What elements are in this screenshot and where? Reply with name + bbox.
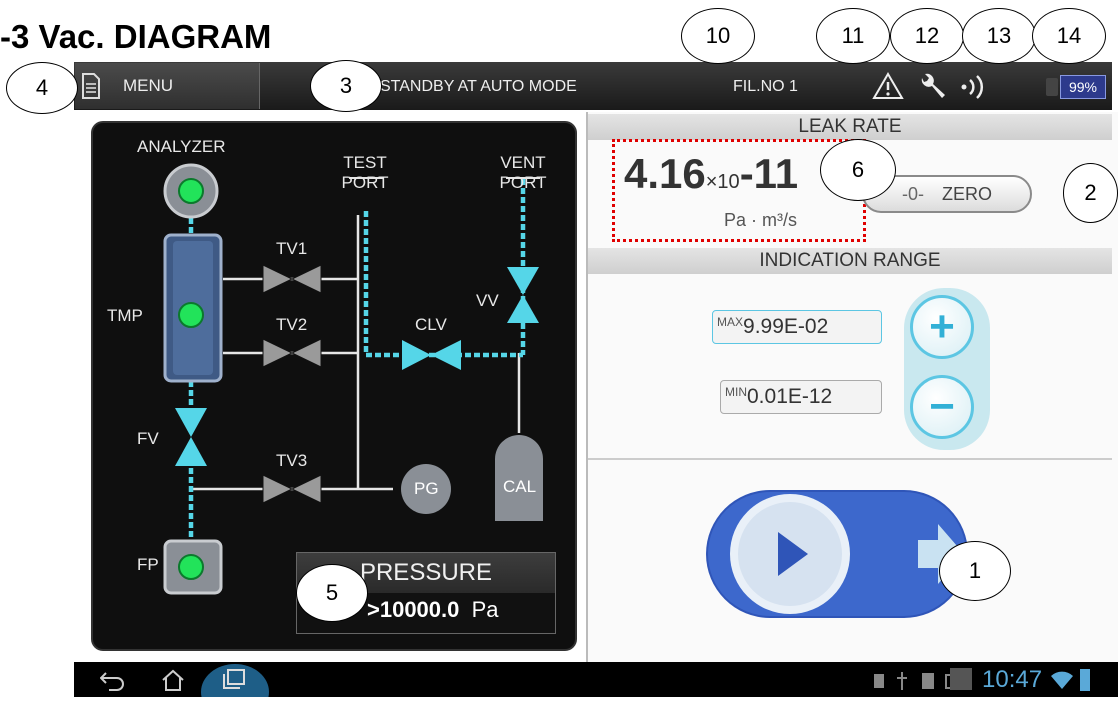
- pressure-reading: >10000.0 Pa: [367, 597, 499, 623]
- range-plus-button[interactable]: +: [910, 295, 974, 359]
- panel-divider: [586, 112, 588, 662]
- menu-label: MENU: [123, 76, 174, 95]
- battery-icon: [1080, 669, 1090, 691]
- start-button[interactable]: [706, 490, 968, 623]
- min-tag: MIN: [725, 385, 747, 399]
- wifi-icon: [1050, 670, 1074, 695]
- label-tv2: TV2: [276, 315, 308, 334]
- label-vent-port: VENT PORT: [499, 153, 547, 192]
- recent-apps-icon[interactable]: [200, 662, 270, 702]
- zero-symbol: -0-: [901, 183, 924, 204]
- callout-2: 2: [1063, 163, 1118, 223]
- wrench-icon[interactable]: [918, 72, 948, 107]
- callout-6: 6: [820, 139, 896, 201]
- pressure-unit: Pa: [471, 597, 499, 622]
- max-value: 9.99E-02: [743, 315, 829, 338]
- battery-indicator: 99%: [1060, 75, 1106, 99]
- label-tv3: TV3: [276, 451, 308, 470]
- document-icon: [81, 73, 101, 104]
- menu-button[interactable]: MENU: [75, 63, 260, 109]
- label-test-port: TEST PORT: [341, 153, 389, 192]
- zero-label: ZERO: [941, 183, 992, 204]
- label-tv1: TV1: [276, 239, 308, 258]
- filament-text: FIL.NO 1: [733, 78, 798, 95]
- status-text: STANDBY AT AUTO MODE: [380, 78, 577, 95]
- callout-13: 13: [962, 8, 1036, 64]
- range-min-field[interactable]: MIN 0.01E-12: [720, 380, 882, 414]
- home-icon[interactable]: [160, 668, 186, 697]
- min-value: 0.01E-12: [747, 385, 833, 408]
- callout-12: 12: [890, 8, 964, 64]
- label-fv: FV: [137, 429, 159, 448]
- label-cal: CAL: [503, 477, 537, 496]
- section-divider: [588, 458, 1112, 460]
- range-max-field[interactable]: MAX 9.99E-02: [712, 310, 882, 344]
- max-tag: MAX: [717, 315, 744, 329]
- callout-1: 1: [939, 541, 1011, 601]
- callout-10: 10: [681, 8, 755, 64]
- label-analyzer: ANALYZER: [137, 137, 226, 156]
- callout-14: 14: [1032, 8, 1106, 64]
- signal-icon: [958, 74, 992, 105]
- label-fp: FP: [137, 555, 159, 574]
- label-clv: CLV: [415, 315, 447, 334]
- callout-3: 3: [310, 60, 382, 112]
- callout-4: 4: [6, 62, 78, 114]
- label-pg: PG: [414, 479, 439, 498]
- back-icon[interactable]: [99, 669, 126, 696]
- pressure-value: >10000.0: [367, 597, 460, 622]
- callout-11: 11: [816, 8, 890, 64]
- leak-rate-header: LEAK RATE: [588, 114, 1112, 140]
- indication-range-header: INDICATION RANGE: [588, 248, 1112, 274]
- label-vv: VV: [476, 291, 499, 310]
- warning-icon[interactable]: [872, 72, 904, 105]
- system-clock: 10:47: [982, 666, 1043, 693]
- thumbnail-icon: [950, 668, 972, 690]
- battery-stub: [1046, 78, 1058, 96]
- label-tmp: TMP: [107, 306, 143, 325]
- page-heading: -3 Vac. DIAGRAM: [0, 18, 272, 55]
- range-minus-button[interactable]: −: [910, 375, 974, 439]
- callout-5: 5: [296, 564, 368, 622]
